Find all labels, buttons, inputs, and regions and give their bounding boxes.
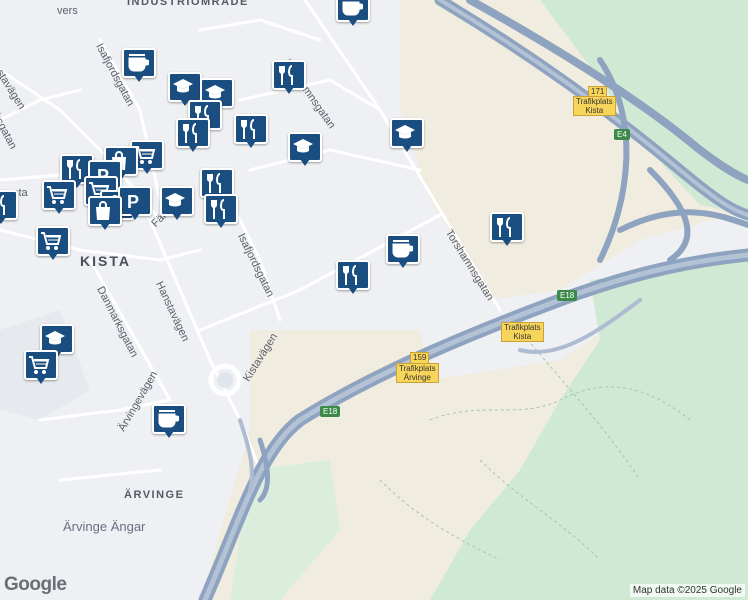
cafe-icon	[128, 54, 149, 72]
restaurant-icon	[241, 119, 255, 139]
junction-label-line: Kista	[585, 106, 604, 115]
junction-label-line: Trafikplats	[399, 364, 436, 373]
poi-marker[interactable]	[160, 186, 194, 222]
poi-marker-tip	[402, 145, 412, 152]
poi-marker-tip	[284, 87, 294, 94]
parking-icon: P	[127, 192, 139, 212]
school-icon	[173, 79, 193, 93]
poi-marker[interactable]	[152, 404, 186, 440]
poi-marker-tip	[54, 207, 64, 214]
poi-marker-tip	[348, 19, 358, 26]
district-label-kista: KISTA	[80, 253, 131, 269]
road-shield-e18: E18	[557, 290, 578, 301]
map-canvas[interactable]: KISTA ÄRVINGE INDUSTRIOMRÅDE Ärvinge Äng…	[0, 0, 748, 600]
poi-marker[interactable]: P	[118, 186, 152, 222]
poi-marker[interactable]	[122, 48, 156, 84]
poi-marker[interactable]	[176, 118, 210, 154]
school-icon	[293, 139, 313, 153]
restaurant-icon	[211, 199, 225, 219]
poi-marker-tip	[398, 261, 408, 268]
road-shield-e4: E4	[614, 129, 630, 140]
place-label-arvinge-angar: Ärvinge Ängar	[63, 519, 146, 534]
restaurant-icon	[497, 217, 511, 237]
poi-marker-tip	[0, 217, 6, 224]
poi-marker-tip	[142, 167, 152, 174]
restaurant-icon	[279, 65, 293, 85]
poi-marker[interactable]	[288, 132, 322, 168]
school-icon	[45, 331, 65, 345]
poi-marker-tip	[300, 159, 310, 166]
poi-marker[interactable]	[24, 350, 58, 386]
poi-marker-tip	[100, 223, 110, 230]
junction-label-line: Ärvinge	[403, 373, 431, 382]
map-attribution: Map data ©2025 Google	[629, 584, 745, 597]
poi-marker[interactable]	[204, 194, 238, 230]
poi-marker[interactable]	[0, 190, 18, 226]
cafe-icon	[342, 1, 363, 16]
poi-marker[interactable]	[386, 234, 420, 270]
shopping-cart-icon	[47, 186, 68, 204]
poi-marker[interactable]	[88, 196, 122, 232]
shopping-bag-icon	[96, 201, 110, 220]
poi-marker-tip	[188, 145, 198, 152]
junction-label-line: Kista	[513, 332, 532, 341]
poi-marker[interactable]	[336, 260, 370, 296]
restaurant-icon	[0, 195, 5, 215]
google-logo: Google	[4, 574, 67, 595]
restaurant-icon	[183, 123, 197, 143]
shopping-cart-icon	[29, 356, 50, 374]
district-label-arvinge: ÄRVINGE	[124, 489, 185, 501]
school-icon	[165, 193, 185, 207]
place-label-vers: vers	[57, 5, 78, 17]
junction-label-kista-north: Trafikplats Kista	[573, 96, 616, 116]
poi-marker-tip	[48, 253, 58, 260]
poi-marker[interactable]	[234, 114, 268, 150]
junction-label-kista-south: Trafikplats Kista	[501, 322, 544, 342]
restaurant-icon	[207, 173, 221, 193]
poi-marker-tip	[134, 75, 144, 82]
poi-marker-tip	[164, 431, 174, 438]
poi-marker-tip	[502, 239, 512, 246]
school-icon	[395, 125, 415, 139]
restaurant-icon	[343, 265, 357, 285]
poi-marker[interactable]	[490, 212, 524, 248]
junction-label-arvinge: Trafikplats Ärvinge	[396, 363, 439, 383]
poi-marker[interactable]	[272, 60, 306, 96]
poi-marker[interactable]	[42, 180, 76, 216]
poi-marker[interactable]	[36, 226, 70, 262]
poi-marker-tip	[130, 213, 140, 220]
poi-marker-tip	[348, 287, 358, 294]
poi-marker[interactable]	[390, 118, 424, 154]
cafe-icon	[392, 240, 413, 258]
shopping-cart-icon	[41, 232, 62, 250]
road-shield-e18-south: E18	[320, 406, 341, 417]
district-label-industriomrade: INDUSTRIOMRÅDE	[127, 0, 249, 8]
cafe-icon	[158, 410, 179, 428]
poi-marker[interactable]	[336, 0, 370, 28]
junction-label-line: Trafikplats	[576, 97, 613, 106]
poi-marker-tip	[36, 377, 46, 384]
poi-marker-tip	[246, 141, 256, 148]
poi-marker-tip	[172, 213, 182, 220]
junction-label-line: Trafikplats	[504, 323, 541, 332]
svg-text:P: P	[127, 192, 139, 212]
poi-marker-tip	[216, 221, 226, 228]
